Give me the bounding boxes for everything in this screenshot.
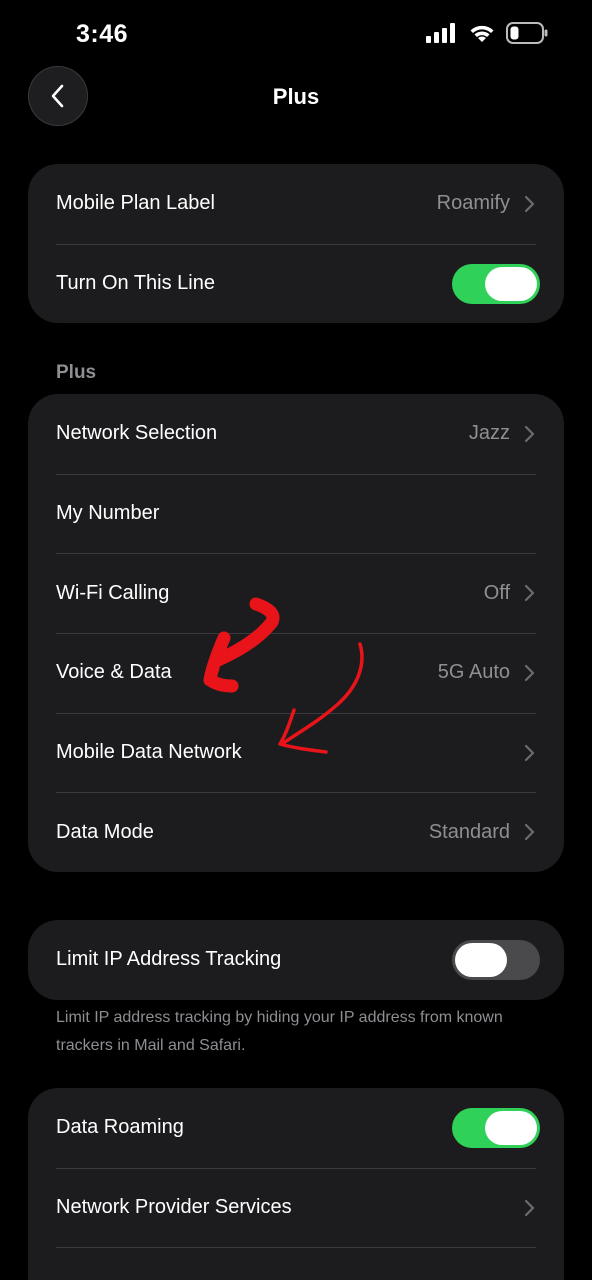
chevron-right-icon: [524, 664, 535, 682]
row-label: Limit IP Address Tracking: [56, 948, 282, 971]
voice-and-data-row[interactable]: Voice & Data 5G Auto: [28, 633, 564, 713]
row-label: Wi-Fi Calling: [56, 581, 170, 604]
row-label: Data Roaming: [56, 1116, 184, 1139]
row-label: Network Provider Services: [56, 1196, 292, 1219]
status-time: 3:46: [76, 20, 129, 48]
row-label: Mobile Plan Label: [56, 192, 215, 215]
wifi-calling-row[interactable]: Wi-Fi Calling Off: [28, 553, 564, 633]
row-value: Standard: [428, 820, 510, 843]
roaming-group: Data Roaming Network Provider Services: [28, 1088, 564, 1280]
status-icons: [426, 22, 548, 44]
row-label: Voice & Data: [56, 661, 172, 684]
chevron-right-icon: [524, 824, 535, 841]
row-value: Off: [483, 581, 510, 604]
network-provider-services-row[interactable]: Network Provider Services: [28, 1167, 564, 1248]
mobile-data-network-row[interactable]: Mobile Data Network: [28, 712, 564, 793]
toggle-knob: [485, 266, 537, 301]
chevron-right-icon: [524, 425, 535, 442]
page-title: Plus: [272, 84, 320, 109]
navigation-bar: Plus: [0, 64, 592, 128]
network-selection-row[interactable]: Network Selection Jazz: [28, 394, 564, 474]
chevron-right-icon: [524, 195, 535, 212]
data-roaming-row: Data Roaming: [28, 1088, 564, 1168]
toggle-knob: [455, 942, 507, 977]
row-value: Jazz: [468, 422, 510, 445]
section-header: Plus: [56, 362, 97, 383]
partial-row: [28, 1247, 564, 1280]
row-label: Turn On This Line: [56, 272, 215, 295]
battery-icon: [506, 22, 548, 44]
toggle-knob: [485, 1110, 537, 1145]
ip-tracking-group: Limit IP Address Tracking: [28, 920, 564, 1000]
line-settings-group: Network Selection Jazz My Number Wi-Fi C…: [28, 394, 564, 873]
limit-ip-tracking-toggle[interactable]: [452, 939, 540, 980]
data-roaming-toggle[interactable]: [452, 1107, 540, 1148]
turn-on-this-line-toggle[interactable]: [452, 263, 540, 304]
turn-on-this-line-row: Turn On This Line: [28, 243, 564, 324]
status-bar: 3:46: [0, 0, 592, 70]
wifi-icon: [470, 25, 494, 42]
row-value: Roamify: [436, 192, 510, 215]
data-mode-row[interactable]: Data Mode Standard: [28, 792, 564, 872]
row-label: Data Mode: [56, 820, 154, 843]
row-label: Mobile Data Network: [56, 741, 242, 764]
plan-settings-group: Mobile Plan Label Roamify Turn On This L…: [28, 164, 564, 324]
chevron-right-icon: [524, 1199, 535, 1216]
chevron-right-icon: [524, 585, 535, 602]
mobile-plan-label-row[interactable]: Mobile Plan Label Roamify: [28, 164, 564, 244]
row-label: Network Selection: [56, 422, 218, 445]
cellular-signal-icon: [426, 23, 455, 43]
ip-tracking-footer: Limit IP address tracking by hiding your…: [56, 1009, 503, 1054]
my-number-row[interactable]: My Number: [28, 473, 564, 554]
row-label: My Number: [56, 502, 160, 525]
limit-ip-tracking-row: Limit IP Address Tracking: [28, 920, 564, 1000]
chevron-right-icon: [524, 744, 535, 761]
row-value: 5G Auto: [437, 661, 510, 684]
